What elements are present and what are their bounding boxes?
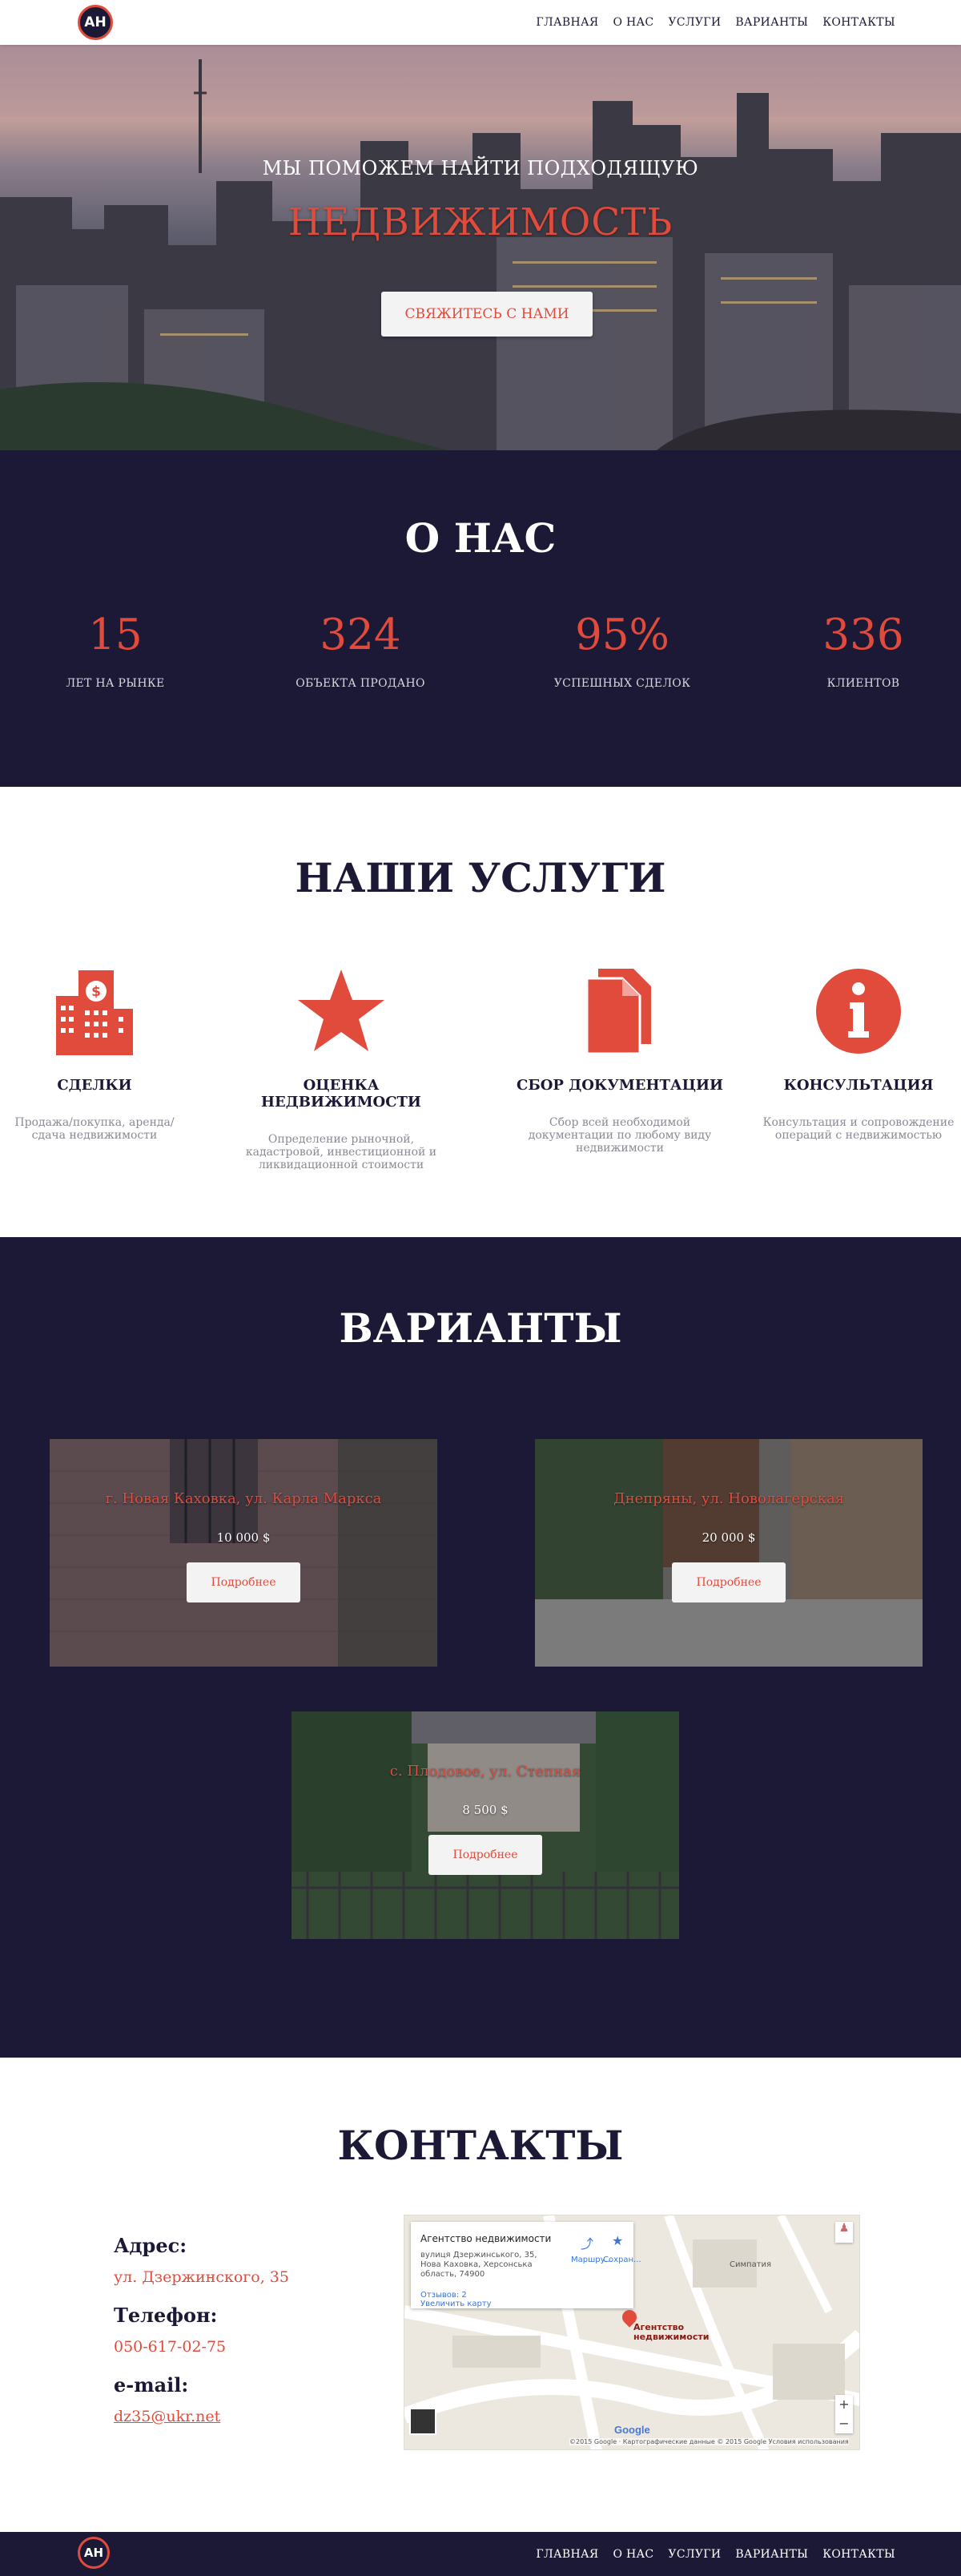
email-label: e-mail: — [114, 2373, 189, 2397]
save-star-icon[interactable]: ★ — [612, 2233, 623, 2248]
nav-link-variants[interactable]: ВАРИАНТЫ — [735, 16, 808, 29]
street-view-thumbnail[interactable] — [409, 2408, 436, 2435]
details-button[interactable]: Подробнее — [187, 1562, 300, 1602]
service-title: СДЕЛКИ — [57, 1077, 132, 1094]
service-consulting: КОНСУЛЬТАЦИЯ Консультация и сопровождени… — [754, 965, 961, 1142]
stat-value: 324 — [320, 611, 401, 659]
property-card[interactable]: г. Новая Каховка, ул. Карла Маркса 10 00… — [50, 1439, 437, 1667]
property-photo-courtyard — [535, 1439, 923, 1667]
about-title: О НАС — [404, 514, 557, 562]
nav-link-home[interactable]: ГЛАВНАЯ — [536, 16, 598, 29]
top-navbar: АН ГЛАВНАЯ О НАС УСЛУГИ ВАРИАНТЫ КОНТАКТ… — [0, 0, 961, 45]
map-place-title: Агентство недвижимости — [420, 2233, 552, 2244]
service-valuation: ОЦЕНКА НЕДВИЖИМОСТИ Определение рыночной… — [237, 965, 445, 1171]
nav-link-about[interactable]: О НАС — [613, 16, 653, 29]
map-poi-label: Симпатия — [730, 2260, 772, 2269]
stat-label: ЛЕТ НА РЫНКЕ — [66, 677, 165, 690]
stat-sold: 324 ОБЪЕКТА ПРОДАНО — [264, 611, 456, 690]
service-title: КОНСУЛЬТАЦИЯ — [783, 1077, 934, 1094]
footer-logo[interactable]: АН — [78, 2537, 110, 2569]
documents-icon — [516, 965, 724, 1058]
footer-link-services[interactable]: УСЛУГИ — [668, 2548, 721, 2561]
stat-label: ОБЪЕКТА ПРОДАНО — [296, 677, 425, 690]
email-link[interactable]: dz35@ukr.net — [114, 2408, 418, 2425]
property-title: Днепряны, ул. Новолагерская — [613, 1490, 845, 1507]
service-title: ОЦЕНКА НЕДВИЖИМОСТИ — [261, 1077, 421, 1111]
nav-link-contacts[interactable]: КОНТАКТЫ — [822, 16, 895, 29]
service-title: СБОР ДОКУМЕНТАЦИИ — [517, 1077, 723, 1094]
map-pin-label: Агентство недвижимости — [633, 2322, 710, 2342]
service-description: Консультация и сопровождение операций с … — [762, 1116, 955, 1142]
footer-menu: ГЛАВНАЯ О НАС УСЛУГИ ВАРИАНТЫ КОНТАКТЫ — [536, 2548, 895, 2561]
footer-link-contacts[interactable]: КОНТАКТЫ — [822, 2548, 895, 2561]
stat-years: 15 ЛЕТ НА РЫНКЕ — [19, 611, 211, 690]
property-photo-garden-house — [292, 1711, 679, 1939]
footer-link-about[interactable]: О НАС — [613, 2548, 653, 2561]
zoom-in-button[interactable]: + — [835, 2395, 853, 2414]
map-save-label[interactable]: Сохран... — [603, 2256, 641, 2264]
contacts-section: КОНТАКТЫ Адрес: ул. Дзержинского, 35 Тел… — [0, 2058, 961, 2532]
buildings-icon: $ — [0, 965, 199, 1058]
stat-clients: 336 КЛИЕНТОВ — [767, 611, 959, 690]
property-price: 10 000 $ — [216, 1530, 271, 1545]
footer-link-variants[interactable]: ВАРИАНТЫ — [735, 2548, 808, 2561]
logo[interactable]: АН — [78, 5, 113, 40]
property-card[interactable]: с. Плодовое, ул. Степная 8 500 $ Подробн… — [292, 1711, 679, 1939]
stat-value: 95% — [575, 611, 669, 659]
city-background-image — [0, 45, 961, 450]
property-photo-brick-house — [50, 1439, 437, 1667]
footer-link-home[interactable]: ГЛАВНАЯ — [536, 2548, 598, 2561]
property-card[interactable]: Днепряны, ул. Новолагерская 20 000 $ Под… — [535, 1439, 923, 1667]
service-documents: СБОР ДОКУМЕНТАЦИИ Сбор всей необходимой … — [516, 965, 724, 1155]
stat-value: 15 — [88, 611, 143, 659]
zoom-out-button[interactable]: − — [835, 2414, 853, 2433]
service-description: Определение рыночной, кадастровой, инвес… — [245, 1133, 437, 1171]
address-label: Адрес: — [114, 2234, 187, 2257]
property-title: г. Новая Каховка, ул. Карла Маркса — [105, 1490, 382, 1507]
map-reviews-link[interactable]: Отзывов: 2 — [420, 2291, 467, 2300]
variants-section: ВАРИАНТЫ г. Новая Каховка, ул. Карла Мар… — [0, 1237, 961, 2058]
map-copyright: ©2015 Google · Картографические данные ©… — [569, 2438, 849, 2445]
stat-label: УСПЕШНЫХ СДЕЛОК — [553, 677, 691, 690]
contact-info: Адрес: ул. Дзержинского, 35 Телефон: 050… — [114, 2234, 418, 2443]
service-description: Продажа/покупка, аренда/сдача недвижимос… — [14, 1116, 175, 1142]
variants-title: ВАРИАНТЫ — [339, 1304, 622, 1352]
stat-success: 95% УСПЕШНЫХ СДЕЛОК — [526, 611, 718, 690]
property-price: 20 000 $ — [702, 1530, 756, 1545]
details-button[interactable]: Подробнее — [672, 1562, 786, 1602]
main-menu: ГЛАВНАЯ О НАС УСЛУГИ ВАРИАНТЫ КОНТАКТЫ — [536, 16, 895, 29]
nav-link-services[interactable]: УСЛУГИ — [668, 16, 721, 29]
star-icon — [237, 965, 445, 1058]
property-title: с. Плодовое, ул. Степная — [389, 1763, 581, 1780]
details-button[interactable]: Подробнее — [428, 1835, 542, 1875]
stat-value: 336 — [822, 611, 904, 659]
directions-icon[interactable]: ⤴ — [581, 2233, 593, 2252]
map-enlarge-link[interactable]: Увеличить карту — [420, 2300, 492, 2308]
service-deals: $ СДЕЛКИ Продажа/покупка, аренда/сдача н… — [0, 965, 199, 1142]
map-place-address: вулиця Дзержинського, 35, Нова Каховка, … — [420, 2251, 537, 2279]
about-section: О НАС 15 ЛЕТ НА РЫНКЕ 324 ОБЪЕКТА ПРОДАН… — [0, 450, 961, 787]
property-price: 8 500 $ — [462, 1803, 509, 1817]
service-description: Сбор всей необходимой документации по лю… — [528, 1116, 712, 1155]
hero-title: МЫ ПОМОЖЕМ НАЙТИ ПОДХОДЯЩУЮ — [262, 157, 699, 179]
map-marker[interactable]: Агентство недвижимости — [619, 2307, 709, 2342]
map-place-card: Агентство недвижимости вулиця Дзержинськ… — [411, 2222, 641, 2308]
phone-label: Телефон: — [114, 2304, 218, 2327]
pegman-icon[interactable]: ♟ — [835, 2222, 853, 2243]
services-section: НАШИ УСЛУГИ $ СДЕЛКИ Продажа/покупка, ар… — [0, 787, 961, 1237]
info-icon — [754, 965, 961, 1058]
contacts-title: КОНТАКТЫ — [337, 2122, 624, 2169]
address-value: ул. Дзержинского, 35 — [114, 2268, 289, 2286]
stat-label: КЛИЕНТОВ — [826, 677, 900, 690]
svg-text:$: $ — [91, 984, 101, 1000]
hero-subtitle: НЕДВИЖИМОСТЬ — [287, 200, 674, 244]
google-logo: Google — [614, 2424, 650, 2436]
hero-section: МЫ ПОМОЖЕМ НАЙТИ ПОДХОДЯЩУЮ НЕДВИЖИМОСТЬ… — [0, 45, 961, 450]
phone-value[interactable]: 050-617-02-75 — [114, 2338, 418, 2356]
map-zoom-control: + − — [835, 2395, 853, 2433]
footer: АН ГЛАВНАЯ О НАС УСЛУГИ ВАРИАНТЫ КОНТАКТ… — [0, 2532, 961, 2576]
contact-us-button[interactable]: СВЯЖИТЕСЬ С НАМИ — [381, 292, 593, 337]
services-title: НАШИ УСЛУГИ — [295, 854, 666, 901]
google-map[interactable]: Агентство недвижимости вулиця Дзержинськ… — [404, 2215, 860, 2450]
